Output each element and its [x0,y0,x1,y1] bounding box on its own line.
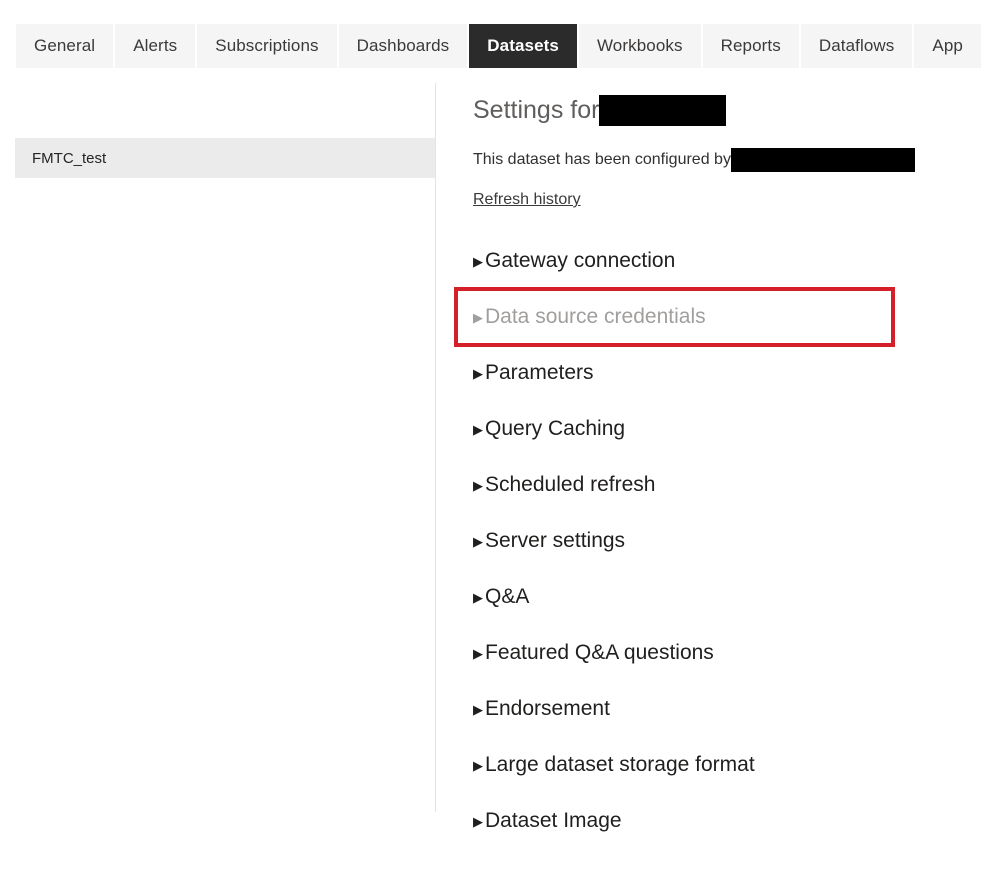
section-label: Dataset Image [485,809,622,832]
section-parameters[interactable]: ▶ Parameters [473,345,983,401]
refresh-history-link[interactable]: Refresh history [473,191,581,209]
caret-right-icon: ▶ [473,253,483,269]
section-featured-q-a-questions[interactable]: ▶ Featured Q&A questions [473,625,983,681]
tab-workbooks[interactable]: Workbooks [578,24,701,68]
section-label: Q&A [485,585,530,608]
workspace-tab-bar: General Alerts Subscriptions Dashboards Data… [16,24,981,68]
section-label: Data source credentials [485,305,706,328]
caret-right-icon: ▶ [473,477,483,493]
caret-right-icon: ▶ [473,757,483,773]
dataset-settings-panel: Settings for This dataset has been confi… [473,90,983,849]
section-gateway-connection[interactable]: ▶ Gateway connection [473,233,983,289]
tab-alerts[interactable]: Alerts [115,24,196,68]
section-large-dataset-storage-format[interactable]: ▶ Large dataset storage format [473,737,983,793]
section-q-a[interactable]: ▶ Q&A [473,569,983,625]
section-label: Scheduled refresh [485,473,656,496]
caret-right-icon: ▶ [473,309,483,325]
section-label: Endorsement [485,697,610,720]
tab-app[interactable]: App [914,24,981,68]
section-label: Parameters [485,361,594,384]
section-label: Server settings [485,529,626,552]
redacted-dataset-name [599,94,727,126]
section-label: Query Caching [485,417,626,440]
tab-reports[interactable]: Reports [702,24,799,68]
section-query-caching[interactable]: ▶ Query Caching [473,401,983,457]
caret-right-icon: ▶ [473,813,483,829]
caret-right-icon: ▶ [473,645,483,661]
section-endorsement[interactable]: ▶ Endorsement [473,681,983,737]
tab-dataflows[interactable]: Dataflows [800,24,913,68]
tab-datasets[interactable]: Datasets [469,24,577,68]
dataset-list-item[interactable]: FMTC_test [15,138,435,178]
redacted-owner-name [730,148,915,172]
tab-dashboards[interactable]: Dashboards [338,24,468,68]
caret-right-icon: ▶ [473,589,483,605]
section-data-source-credentials[interactable]: ▶ Data source credentials [473,289,983,345]
page-title: Settings for [473,90,983,130]
section-label: Featured Q&A questions [485,641,714,664]
section-dataset-image[interactable]: ▶ Dataset Image [473,793,983,849]
section-scheduled-refresh[interactable]: ▶ Scheduled refresh [473,457,983,513]
tab-subscriptions[interactable]: Subscriptions [197,24,337,68]
settings-sections: ▶ Gateway connection ▶ Data source credenti… [473,233,983,849]
section-server-settings[interactable]: ▶ Server settings [473,513,983,569]
dataset-list-panel: FMTC_test [0,80,435,813]
configured-by-line: This dataset has been configured by [473,148,983,172]
section-label: Gateway connection [485,249,676,272]
caret-right-icon: ▶ [473,421,483,437]
configured-by-text: This dataset has been configured by [473,151,731,168]
page-title-text: Settings for [473,95,600,124]
tab-general[interactable]: General [16,24,114,68]
panel-divider [435,83,436,812]
caret-right-icon: ▶ [473,701,483,717]
caret-right-icon: ▶ [473,365,483,381]
section-label: Large dataset storage format [485,753,755,776]
caret-right-icon: ▶ [473,533,483,549]
